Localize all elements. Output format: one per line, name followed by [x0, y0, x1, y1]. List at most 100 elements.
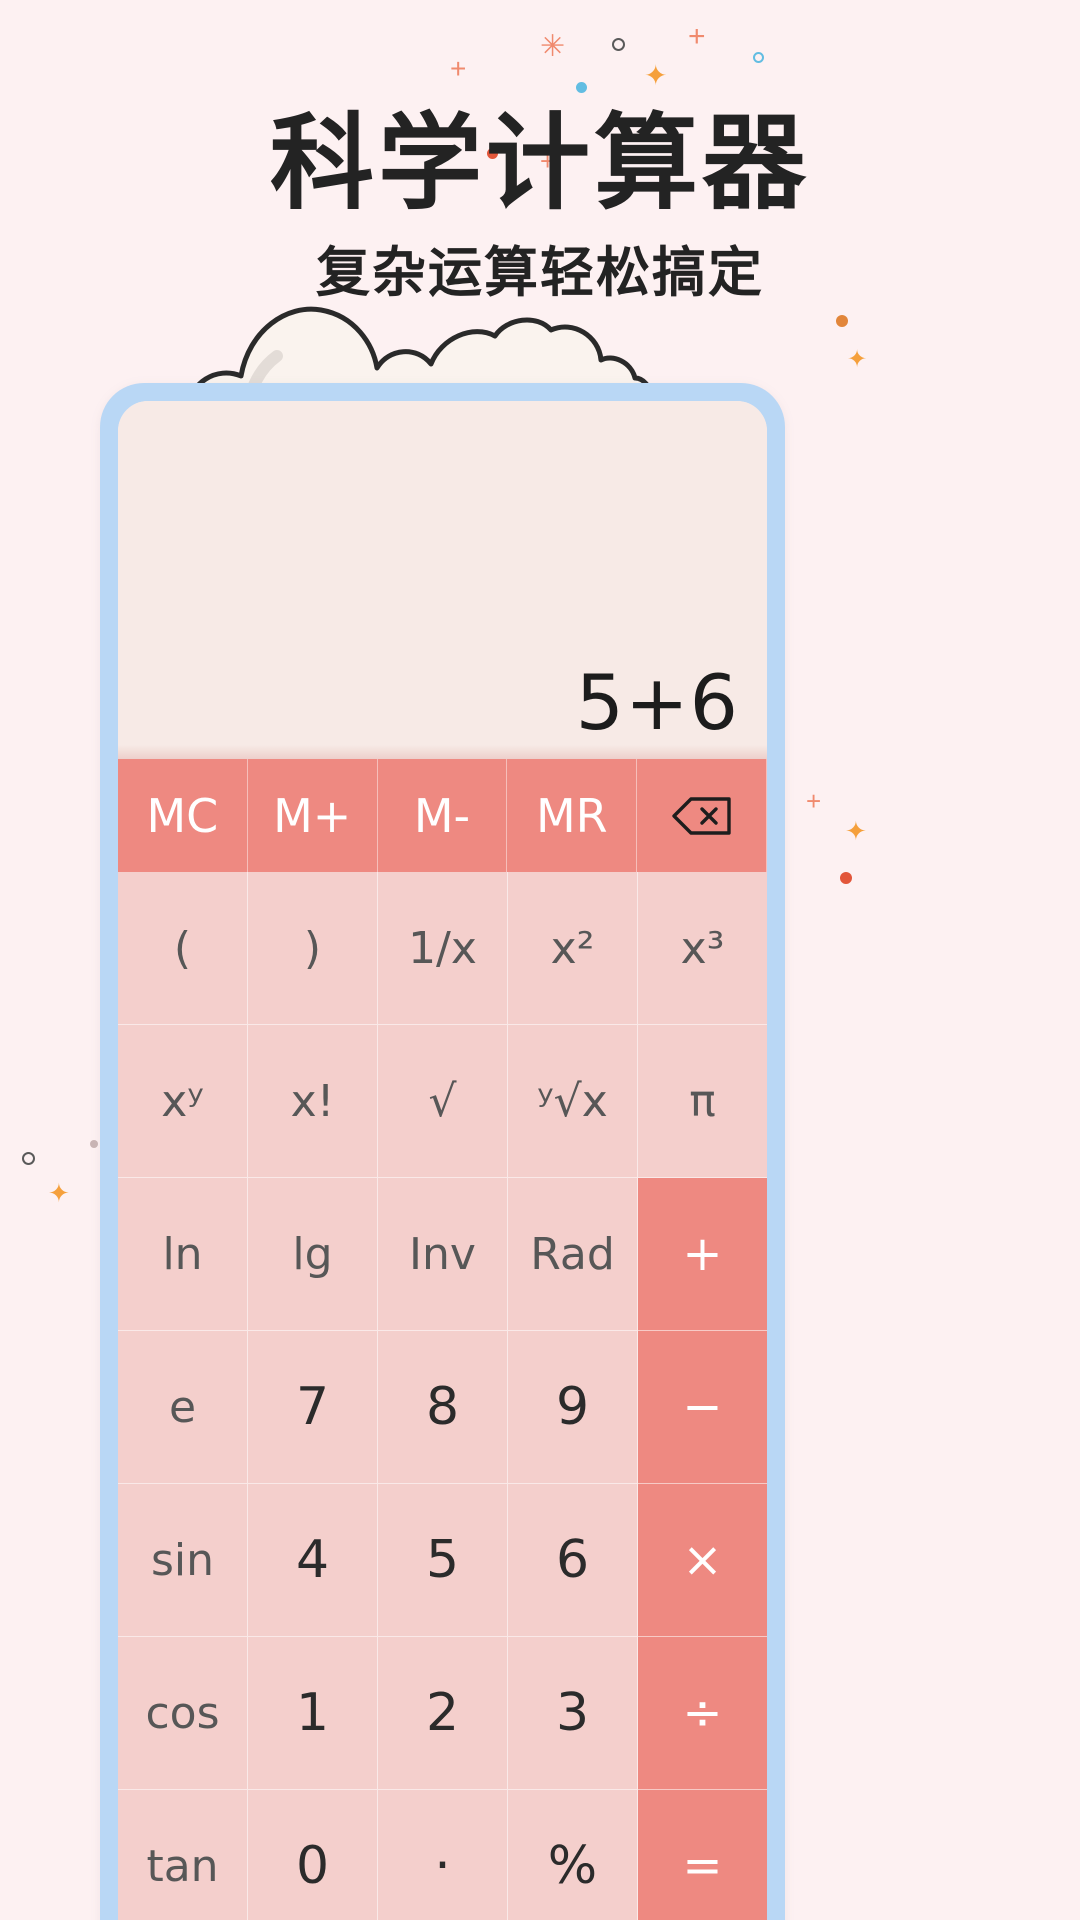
calculator-display: 5+6 [118, 401, 767, 759]
key-label: tan [146, 1840, 219, 1892]
key-label: 6 [555, 1530, 590, 1590]
key-digit-3[interactable]: 3 [508, 1637, 638, 1790]
key-label: x! [290, 1075, 335, 1127]
key-square[interactable]: x² [508, 872, 638, 1025]
key-label: 1/x [408, 922, 477, 974]
key-sine[interactable]: sin [118, 1484, 248, 1637]
key-label: 8 [425, 1377, 460, 1437]
key-close-paren[interactable]: ) [248, 872, 378, 1025]
key-label: 3 [555, 1683, 590, 1743]
key-label: × [682, 1532, 723, 1588]
key-label: Inv [409, 1228, 476, 1280]
key-open-paren[interactable]: ( [118, 872, 248, 1025]
key-inverse-toggle[interactable]: Inv [378, 1178, 508, 1331]
promo-screenshot: + ✳ + ✦ + ✦ + ✦ ✦ 科学计算器 复杂运算轻松搞定 5+6 MC M+ M- MR() 1… [0, 0, 1080, 1920]
key-multiply[interactable]: × [638, 1484, 767, 1637]
decor-ring-icon [22, 1152, 35, 1165]
decor-burst-icon: ✳ [540, 30, 566, 63]
key-digit-0[interactable]: 0 [248, 1790, 378, 1920]
key-equals[interactable]: = [638, 1790, 767, 1920]
key-label: xʸ [161, 1075, 204, 1127]
key-label: ʸ√x [537, 1075, 608, 1127]
key-label: cos [145, 1687, 220, 1739]
key-label: 1 [295, 1683, 330, 1743]
key-label: e [168, 1381, 197, 1433]
keypad-row: xʸ x! √ ʸ√x π [118, 1025, 767, 1178]
keypad-row: sin 4 5 6 × [118, 1484, 767, 1637]
key-factorial[interactable]: x! [248, 1025, 378, 1178]
keypad-row: cos 1 2 3 ÷ [118, 1637, 767, 1790]
key-label: MC [146, 788, 219, 843]
key-label: ln [162, 1228, 203, 1280]
key-nth-root[interactable]: ʸ√x [508, 1025, 638, 1178]
decor-dot-icon [840, 872, 852, 884]
key-radian-toggle[interactable]: Rad [508, 1178, 638, 1331]
key-memory-add[interactable]: M+ [247, 759, 378, 872]
decor-ring-icon [753, 52, 764, 63]
key-power[interactable]: xʸ [118, 1025, 248, 1178]
key-digit-9[interactable]: 9 [508, 1331, 638, 1484]
decor-dot-icon [836, 315, 848, 327]
key-digit-6[interactable]: 6 [508, 1484, 638, 1637]
keypad-row: ln lg Inv Rad + [118, 1178, 767, 1331]
key-cosine[interactable]: cos [118, 1637, 248, 1790]
key-digit-7[interactable]: 7 [248, 1331, 378, 1484]
key-decimal-point[interactable]: · [378, 1790, 508, 1920]
page-subtitle: 复杂运算轻松搞定 [316, 241, 764, 304]
key-label: ) [303, 922, 322, 974]
key-label: ÷ [682, 1685, 723, 1741]
key-log10[interactable]: lg [248, 1178, 378, 1331]
key-label: − [682, 1379, 723, 1435]
key-label: π [689, 1075, 716, 1127]
key-divide[interactable]: ÷ [638, 1637, 767, 1790]
page-title: 科学计算器 [269, 102, 810, 224]
key-label: 7 [295, 1377, 330, 1437]
key-euler[interactable]: e [118, 1331, 248, 1484]
keypad-row: () 1/x x² x³ [118, 872, 767, 1025]
key-square-root[interactable]: √ [378, 1025, 508, 1178]
key-digit-4[interactable]: 4 [248, 1484, 378, 1637]
key-reciprocal[interactable]: 1/x [378, 872, 508, 1025]
decor-star-icon: ✦ [48, 1178, 70, 1208]
key-memory-clear[interactable]: MC [118, 759, 248, 872]
key-label: M- [413, 788, 471, 843]
key-label: % [547, 1836, 598, 1896]
key-cube[interactable]: x³ [638, 872, 767, 1025]
key-label: = [682, 1838, 723, 1894]
decor-plus-icon: + [806, 786, 822, 816]
key-label: 5 [425, 1530, 460, 1590]
key-label: sin [150, 1534, 215, 1586]
key-percent[interactable]: % [508, 1790, 638, 1920]
key-digit-8[interactable]: 8 [378, 1331, 508, 1484]
key-tangent[interactable]: tan [118, 1790, 248, 1920]
decor-dot-icon [90, 1140, 98, 1148]
key-digit-1[interactable]: 1 [248, 1637, 378, 1790]
key-memory-recall[interactable]: MR [507, 759, 638, 872]
key-label: x³ [680, 922, 725, 974]
key-label: x² [550, 922, 595, 974]
phone-frame: 5+6 MC M+ M- MR() 1/x x² x³ xʸ x! √ ʸ√x π ln lg Inv Rad… [100, 383, 785, 1920]
key-label: M+ [273, 788, 352, 843]
key-label: 0 [295, 1836, 330, 1896]
key-label: 4 [295, 1530, 330, 1590]
keypad-row: e 7 8 9 − [118, 1331, 767, 1484]
key-digit-2[interactable]: 2 [378, 1637, 508, 1790]
key-label: ( [173, 922, 192, 974]
key-pi[interactable]: π [638, 1025, 767, 1178]
decor-star-icon: ✦ [845, 816, 867, 846]
key-minus[interactable]: − [638, 1331, 767, 1484]
key-plus[interactable]: + [638, 1178, 767, 1331]
key-label: · [434, 1836, 451, 1896]
decor-star-icon: ✦ [847, 346, 868, 373]
key-label: 9 [555, 1377, 590, 1437]
key-digit-5[interactable]: 5 [378, 1484, 508, 1637]
decor-plus-icon: + [688, 20, 706, 53]
calculator-keypad: MC M+ M- MR () 1/x x² x³ xʸ x! √ ʸ√x π ln lg Inv Rad + e 7 8… [118, 759, 767, 1920]
key-memory-subtract[interactable]: M- [377, 759, 508, 872]
key-natural-log[interactable]: ln [118, 1178, 248, 1331]
key-label: Rad [530, 1228, 615, 1280]
key-backspace[interactable] [637, 759, 767, 872]
memory-row: MC M+ M- MR [118, 759, 767, 872]
key-label: + [682, 1226, 723, 1282]
keypad-row: tan 0 ·% = [118, 1790, 767, 1920]
